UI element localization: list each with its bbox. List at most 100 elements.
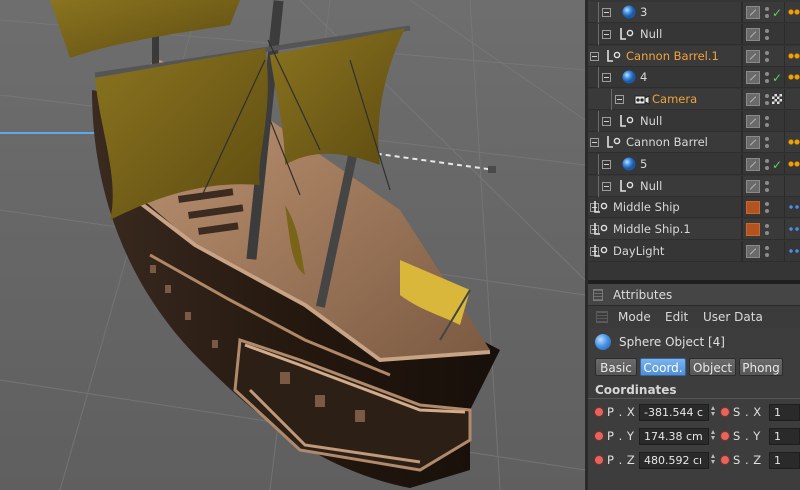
target-tag-icon[interactable]: [788, 137, 800, 148]
expand-icon[interactable]: [615, 95, 624, 104]
visibility-dots-icon[interactable]: [765, 201, 769, 214]
expand-icon[interactable]: [590, 52, 599, 61]
stepper-arrows-icon[interactable]: [711, 454, 716, 465]
menu-mode[interactable]: Mode: [618, 306, 651, 328]
visibility-dots-icon[interactable]: [765, 223, 769, 236]
expand-icon[interactable]: [602, 160, 611, 169]
object-row[interactable]: Null: [588, 176, 800, 197]
object-row[interactable]: Middle Ship.1: [588, 219, 800, 240]
material-tag-icon[interactable]: [746, 223, 760, 236]
visibility-dots-icon[interactable]: [765, 158, 769, 171]
layer-toggle-icon[interactable]: [746, 115, 760, 128]
tab-basic[interactable]: Basic: [595, 358, 637, 376]
menu-user-data[interactable]: User Data: [703, 306, 763, 328]
layer-toggle-icon[interactable]: [746, 50, 760, 63]
layer-toggle-icon[interactable]: [746, 93, 760, 106]
stepper-arrows-icon[interactable]: [711, 430, 716, 441]
object-name[interactable]: Null: [640, 24, 662, 45]
object-row[interactable]: Cannon Barrel.1: [588, 46, 800, 67]
object-name[interactable]: DayLight: [613, 241, 664, 262]
object-name[interactable]: Camera: [652, 89, 697, 110]
keyframe-dot-icon[interactable]: [720, 431, 730, 441]
coord-row-x: P . X -381.544 c S . X 1: [588, 402, 800, 424]
layer-toggle-icon[interactable]: [746, 71, 760, 84]
object-name[interactable]: Middle Ship.1: [613, 219, 691, 240]
menu-grip-icon[interactable]: [596, 311, 608, 323]
enabled-check-icon[interactable]: ✓: [772, 155, 782, 175]
p-x-field[interactable]: -381.544 c: [639, 404, 709, 421]
tab-phong[interactable]: Phong: [739, 358, 783, 376]
layer-toggle-icon[interactable]: [746, 245, 760, 258]
visibility-dots-icon[interactable]: [765, 180, 769, 193]
enabled-check-icon[interactable]: ✓: [772, 68, 782, 88]
column-divider: [784, 219, 785, 240]
object-name[interactable]: Cannon Barrel.1: [626, 46, 719, 67]
s-x-field[interactable]: 1: [769, 404, 800, 421]
expand-icon[interactable]: [602, 30, 611, 39]
stepper-arrows-icon[interactable]: [711, 406, 716, 417]
tab-object[interactable]: Object: [689, 358, 736, 376]
target-tag-icon[interactable]: [788, 51, 800, 62]
expand-icon[interactable]: [590, 138, 599, 147]
object-name[interactable]: 5: [640, 154, 647, 175]
p-z-field[interactable]: 480.592 cı: [639, 452, 709, 469]
p-y-field[interactable]: 174.38 cm: [639, 428, 709, 445]
visibility-dots-icon[interactable]: [765, 50, 769, 63]
object-name[interactable]: Middle Ship: [613, 197, 680, 218]
expand-icon[interactable]: [602, 8, 611, 17]
top-sail: [50, 0, 240, 58]
menu-edit[interactable]: Edit: [665, 306, 688, 328]
viewport[interactable]: [0, 0, 585, 490]
tree-line: [598, 24, 599, 45]
light-tag-icon[interactable]: [788, 202, 800, 213]
object-name[interactable]: Null: [640, 111, 662, 132]
object-row[interactable]: 3 ✓: [588, 2, 800, 23]
keyframe-dot-icon[interactable]: [594, 407, 604, 417]
object-row[interactable]: 5 ✓: [588, 154, 800, 175]
enabled-check-icon[interactable]: ✓: [772, 3, 782, 23]
keyframe-dot-icon[interactable]: [720, 455, 730, 465]
object-row[interactable]: 4 ✓: [588, 67, 800, 88]
object-row[interactable]: Cannon Barrel: [588, 132, 800, 153]
keyframe-dot-icon[interactable]: [594, 431, 604, 441]
object-name[interactable]: 3: [640, 2, 647, 23]
visibility-dots-icon[interactable]: [765, 115, 769, 128]
layer-toggle-icon[interactable]: [746, 136, 760, 149]
visibility-dots-icon[interactable]: [765, 6, 769, 19]
layer-toggle-icon[interactable]: [746, 158, 760, 171]
light-tag-icon[interactable]: [788, 246, 800, 257]
tab-coord[interactable]: Coord.: [640, 358, 686, 376]
null-icon: [619, 179, 634, 193]
panel-grip-icon[interactable]: [593, 289, 603, 301]
layer-toggle-icon[interactable]: [746, 180, 760, 193]
material-tag-icon[interactable]: [746, 201, 760, 214]
s-z-field[interactable]: 1: [769, 452, 800, 469]
object-name[interactable]: 4: [640, 67, 647, 88]
expand-icon[interactable]: [602, 182, 611, 191]
layer-toggle-icon[interactable]: [746, 6, 760, 19]
object-name[interactable]: Cannon Barrel: [626, 132, 708, 153]
target-tag-icon[interactable]: [788, 159, 800, 170]
object-name[interactable]: Null: [640, 176, 662, 197]
keyframe-dot-icon[interactable]: [594, 455, 604, 465]
column-divider: [741, 89, 743, 110]
s-y-field[interactable]: 1: [769, 428, 800, 445]
expand-icon[interactable]: [602, 117, 611, 126]
object-row[interactable]: Camera: [588, 89, 800, 110]
light-tag-icon[interactable]: [788, 224, 800, 235]
object-row[interactable]: Null: [588, 111, 800, 132]
expand-icon[interactable]: [602, 73, 611, 82]
visibility-dots-icon[interactable]: [765, 93, 769, 106]
visibility-dots-icon[interactable]: [765, 136, 769, 149]
object-row[interactable]: Null: [588, 24, 800, 45]
object-row[interactable]: DayLight: [588, 241, 800, 262]
visibility-dots-icon[interactable]: [765, 28, 769, 41]
object-row[interactable]: Middle Ship: [588, 197, 800, 218]
keyframe-dot-icon[interactable]: [720, 407, 730, 417]
visibility-dots-icon[interactable]: [765, 71, 769, 84]
target-tag-icon[interactable]: [788, 72, 800, 83]
layer-toggle-icon[interactable]: [746, 28, 760, 41]
checker-icon[interactable]: [772, 94, 782, 104]
visibility-dots-icon[interactable]: [765, 245, 769, 258]
target-tag-icon[interactable]: [788, 7, 800, 18]
